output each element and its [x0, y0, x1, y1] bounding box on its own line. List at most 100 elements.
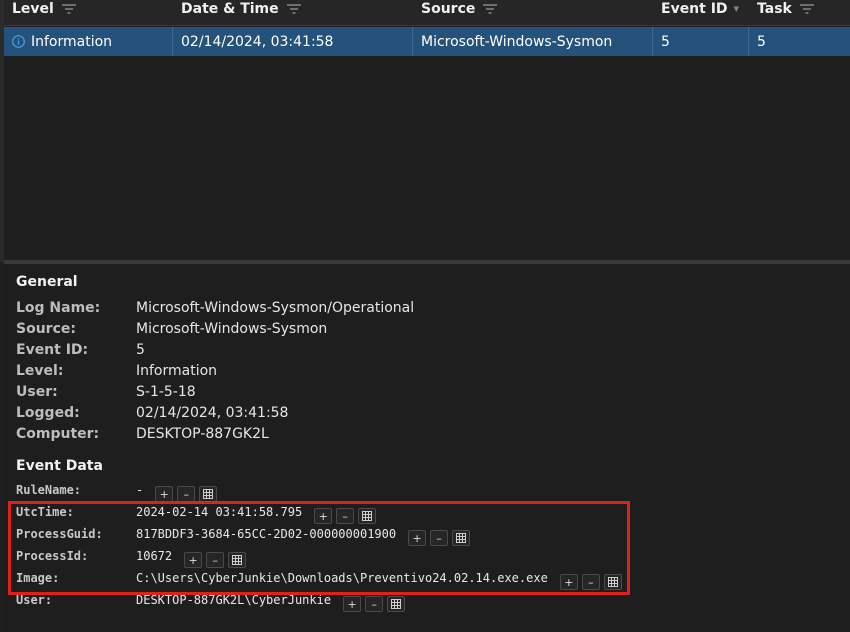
event-data-field-processid: ProcessId: 10672 + – [16, 545, 247, 568]
datetime-text: 02/14/2024, 03:41:58 [181, 33, 334, 50]
field-key: User: [16, 593, 53, 607]
field-value: 10672 [136, 549, 173, 563]
general-field-computer: Computer: DESKTOP-887GK2L [16, 423, 269, 444]
grid-icon [203, 489, 214, 499]
table-row[interactable]: Information 02/14/2024, 03:41:58 Microso… [4, 27, 850, 56]
field-key: RuleName: [16, 483, 82, 497]
general-field-level: Level: Information [16, 360, 217, 381]
add-filter-button[interactable]: + [343, 596, 362, 612]
remove-filter-button[interactable]: – [206, 552, 225, 568]
field-value: 02/14/2024, 03:41:58 [136, 404, 289, 421]
table-view-button[interactable] [452, 530, 471, 546]
grid-icon [456, 533, 467, 543]
field-value: 5 [136, 341, 145, 358]
column-header-task[interactable]: Task [757, 0, 814, 26]
general-field-user: User: S-1-5-18 [16, 381, 196, 402]
field-key: Source: [16, 320, 76, 337]
add-filter-button[interactable]: + [559, 574, 578, 590]
field-key: ProcessId: [16, 549, 89, 563]
cell-level: Information [4, 27, 173, 56]
column-header-event-id[interactable]: Event ID ▼ [661, 0, 739, 26]
event-detail-pane: General Log Name: Microsoft-Windows-Sysm… [4, 264, 850, 632]
info-icon [12, 35, 25, 48]
grid-icon [362, 511, 373, 521]
cell-datetime: 02/14/2024, 03:41:58 [173, 27, 413, 56]
general-field-logged: Logged: 02/14/2024, 03:41:58 [16, 402, 288, 423]
sort-arrow-icon[interactable]: ▼ [734, 5, 739, 13]
general-section-title: General [16, 274, 78, 290]
field-value: 817BDDF3-3684-65CC-2D02-000000001900 [136, 527, 397, 541]
field-key: ProcessGuid: [16, 527, 103, 541]
field-key: Computer: [16, 425, 100, 442]
field-value: C:\Users\CyberJunkie\Downloads\Preventiv… [136, 571, 548, 585]
remove-filter-button[interactable]: – [581, 574, 600, 590]
add-filter-button[interactable]: + [408, 530, 427, 546]
field-actions: + – [314, 508, 377, 524]
grid-icon [391, 599, 402, 609]
field-key: Level: [16, 362, 64, 379]
general-field-source: Source: Microsoft-Windows-Sysmon [16, 318, 327, 339]
filter-icon[interactable] [799, 4, 814, 14]
column-header-label: Date & Time [181, 1, 279, 17]
task-text: 5 [757, 33, 766, 50]
table-view-button[interactable] [358, 508, 377, 524]
field-actions: + – [155, 486, 218, 502]
cell-event-id: 5 [653, 27, 749, 56]
event-id-text: 5 [661, 33, 670, 50]
remove-filter-button[interactable]: – [177, 486, 196, 502]
column-header-level[interactable]: Level [12, 0, 76, 26]
table-view-button[interactable] [603, 574, 622, 590]
event-grid: Level Date & Time Source Event ID ▼ Task [0, 0, 850, 262]
add-filter-button[interactable]: + [314, 508, 333, 524]
filter-icon[interactable] [61, 4, 76, 14]
remove-filter-button[interactable]: – [365, 596, 384, 612]
grid-icon [607, 577, 618, 587]
field-key: Logged: [16, 404, 80, 421]
grid-icon [232, 555, 243, 565]
event-data-field-rulename: RuleName: - + – [16, 479, 218, 502]
source-text: Microsoft-Windows-Sysmon [421, 33, 613, 50]
field-actions: + – [559, 574, 622, 590]
general-field-event-id: Event ID: 5 [16, 339, 145, 360]
add-filter-button[interactable]: + [184, 552, 203, 568]
cell-task: 5 [749, 27, 850, 56]
add-filter-button[interactable]: + [155, 486, 174, 502]
field-key: User: [16, 383, 58, 400]
event-data-section-title: Event Data [16, 458, 103, 474]
field-key: Event ID: [16, 341, 89, 358]
field-value: Microsoft-Windows-Sysmon/Operational [136, 299, 415, 316]
field-key: Log Name: [16, 299, 101, 316]
field-value: DESKTOP-887GK2L [136, 425, 269, 442]
event-data-field-utctime: UtcTime: 2024-02-14 03:41:58.795 + – [16, 501, 377, 524]
field-key: Image: [16, 571, 60, 585]
event-data-field-image: Image: C:\Users\CyberJunkie\Downloads\Pr… [16, 567, 622, 590]
column-header-label: Task [757, 1, 792, 17]
grid-header: Level Date & Time Source Event ID ▼ Task [4, 0, 850, 26]
field-value: DESKTOP-887GK2L\CyberJunkie [136, 593, 332, 607]
field-key: UtcTime: [16, 505, 74, 519]
table-view-button[interactable] [228, 552, 247, 568]
general-field-log-name: Log Name: Microsoft-Windows-Sysmon/Opera… [16, 297, 414, 318]
column-header-label: Level [12, 1, 54, 17]
field-value: - [136, 483, 144, 497]
table-view-button[interactable] [199, 486, 218, 502]
filter-icon[interactable] [286, 4, 301, 14]
table-view-button[interactable] [387, 596, 406, 612]
column-header-label: Event ID [661, 1, 728, 17]
level-text: Information [31, 33, 113, 50]
column-header-source[interactable]: Source [421, 0, 498, 26]
cell-source: Microsoft-Windows-Sysmon [413, 27, 653, 56]
column-header-datetime[interactable]: Date & Time [181, 0, 301, 26]
field-actions: + – [343, 596, 406, 612]
filter-icon[interactable] [483, 4, 498, 14]
event-data-field-processguid: ProcessGuid: 817BDDF3-3684-65CC-2D02-000… [16, 523, 471, 546]
column-header-label: Source [421, 1, 476, 17]
field-actions: + – [184, 552, 247, 568]
remove-filter-button[interactable]: – [336, 508, 355, 524]
field-value: Microsoft-Windows-Sysmon [136, 320, 328, 337]
field-value: 2024-02-14 03:41:58.795 [136, 505, 303, 519]
field-value: S-1-5-18 [136, 383, 196, 400]
field-actions: + – [408, 530, 471, 546]
remove-filter-button[interactable]: – [430, 530, 449, 546]
field-value: Information [136, 362, 218, 379]
